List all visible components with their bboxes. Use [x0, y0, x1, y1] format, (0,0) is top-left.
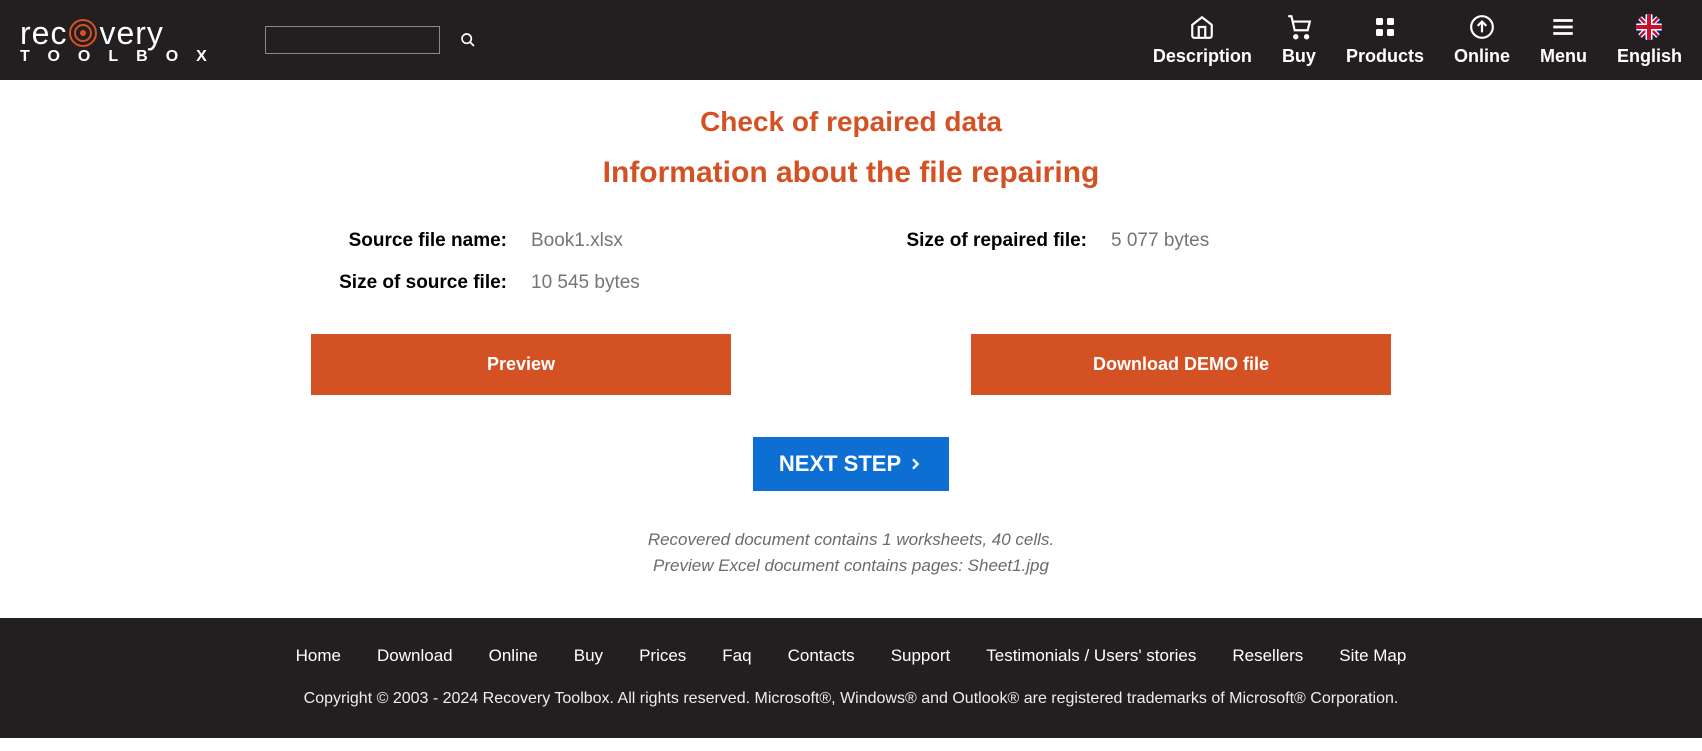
- info-label: Size of repaired file:: [891, 230, 1111, 252]
- preview-button[interactable]: Preview: [311, 334, 731, 395]
- footer-links: Home Download Online Buy Prices Faq Cont…: [20, 646, 1682, 666]
- footer-link-support[interactable]: Support: [891, 646, 951, 666]
- nav-label: Menu: [1540, 46, 1587, 67]
- info-grid: Source file name: Book1.xlsx Size of rep…: [311, 230, 1391, 294]
- search-box: [265, 26, 440, 54]
- page-subtitle: Information about the file repairing: [311, 156, 1391, 190]
- footer-link-faq[interactable]: Faq: [722, 646, 751, 666]
- nav-label: Online: [1454, 46, 1510, 67]
- chevron-right-icon: [907, 453, 923, 475]
- footer-link-prices[interactable]: Prices: [639, 646, 686, 666]
- button-row: Preview Download DEMO file: [311, 334, 1391, 395]
- info-value: 10 545 bytes: [531, 272, 640, 294]
- nav: Description Buy Products Online Menu Eng…: [1153, 14, 1682, 67]
- next-step-button[interactable]: NEXT STEP: [753, 437, 949, 491]
- nav-label: Description: [1153, 46, 1252, 67]
- flag-uk-icon: [1635, 14, 1663, 40]
- nav-label: Buy: [1282, 46, 1316, 67]
- logo[interactable]: recvery TOOLBOX: [20, 15, 225, 66]
- target-icon: [68, 18, 98, 48]
- nav-description[interactable]: Description: [1153, 14, 1252, 67]
- info-value: Book1.xlsx: [531, 230, 623, 252]
- search-icon: [460, 32, 476, 48]
- nav-products[interactable]: Products: [1346, 14, 1424, 67]
- info-label: Source file name:: [311, 230, 531, 252]
- next-step-label: NEXT STEP: [779, 451, 901, 477]
- footer-link-buy[interactable]: Buy: [574, 646, 603, 666]
- nav-online[interactable]: Online: [1454, 14, 1510, 67]
- search-input[interactable]: [266, 33, 454, 48]
- footer-link-testimonials[interactable]: Testimonials / Users' stories: [986, 646, 1196, 666]
- logo-bottom: TOOLBOX: [20, 48, 225, 66]
- footer-link-resellers[interactable]: Resellers: [1232, 646, 1303, 666]
- nav-buy[interactable]: Buy: [1282, 14, 1316, 67]
- nav-menu[interactable]: Menu: [1540, 14, 1587, 67]
- page-title: Check of repaired data: [311, 106, 1391, 138]
- download-demo-button[interactable]: Download DEMO file: [971, 334, 1391, 395]
- copyright: Copyright © 2003 - 2024 Recovery Toolbox…: [20, 690, 1682, 708]
- upload-icon: [1469, 14, 1495, 40]
- nav-language[interactable]: English: [1617, 14, 1682, 67]
- main: Check of repaired data Information about…: [211, 80, 1491, 618]
- footer-link-sitemap[interactable]: Site Map: [1339, 646, 1406, 666]
- info-label: Size of source file:: [311, 272, 531, 294]
- menu-icon: [1550, 14, 1576, 40]
- note-line: Preview Excel document contains pages: S…: [311, 553, 1391, 579]
- info-row-repaired-size: Size of repaired file: 5 077 bytes: [891, 230, 1391, 252]
- footer-link-contacts[interactable]: Contacts: [788, 646, 855, 666]
- info-row-source-name: Source file name: Book1.xlsx: [311, 230, 811, 252]
- info-row-source-size: Size of source file: 10 545 bytes: [311, 272, 811, 294]
- recovery-note: Recovered document contains 1 worksheets…: [311, 527, 1391, 578]
- cart-icon: [1286, 14, 1312, 40]
- header: recvery TOOLBOX Description Buy Products…: [0, 0, 1702, 80]
- home-icon: [1189, 14, 1215, 40]
- grid-icon: [1373, 14, 1397, 40]
- note-line: Recovered document contains 1 worksheets…: [311, 527, 1391, 553]
- footer-link-download[interactable]: Download: [377, 646, 453, 666]
- logo-top: recvery: [20, 15, 225, 52]
- nav-label: Products: [1346, 46, 1424, 67]
- footer-link-home[interactable]: Home: [296, 646, 341, 666]
- search-button[interactable]: [454, 32, 482, 48]
- info-value: 5 077 bytes: [1111, 230, 1209, 252]
- footer-link-online[interactable]: Online: [489, 646, 538, 666]
- nav-label: English: [1617, 46, 1682, 67]
- footer: Home Download Online Buy Prices Faq Cont…: [0, 618, 1702, 738]
